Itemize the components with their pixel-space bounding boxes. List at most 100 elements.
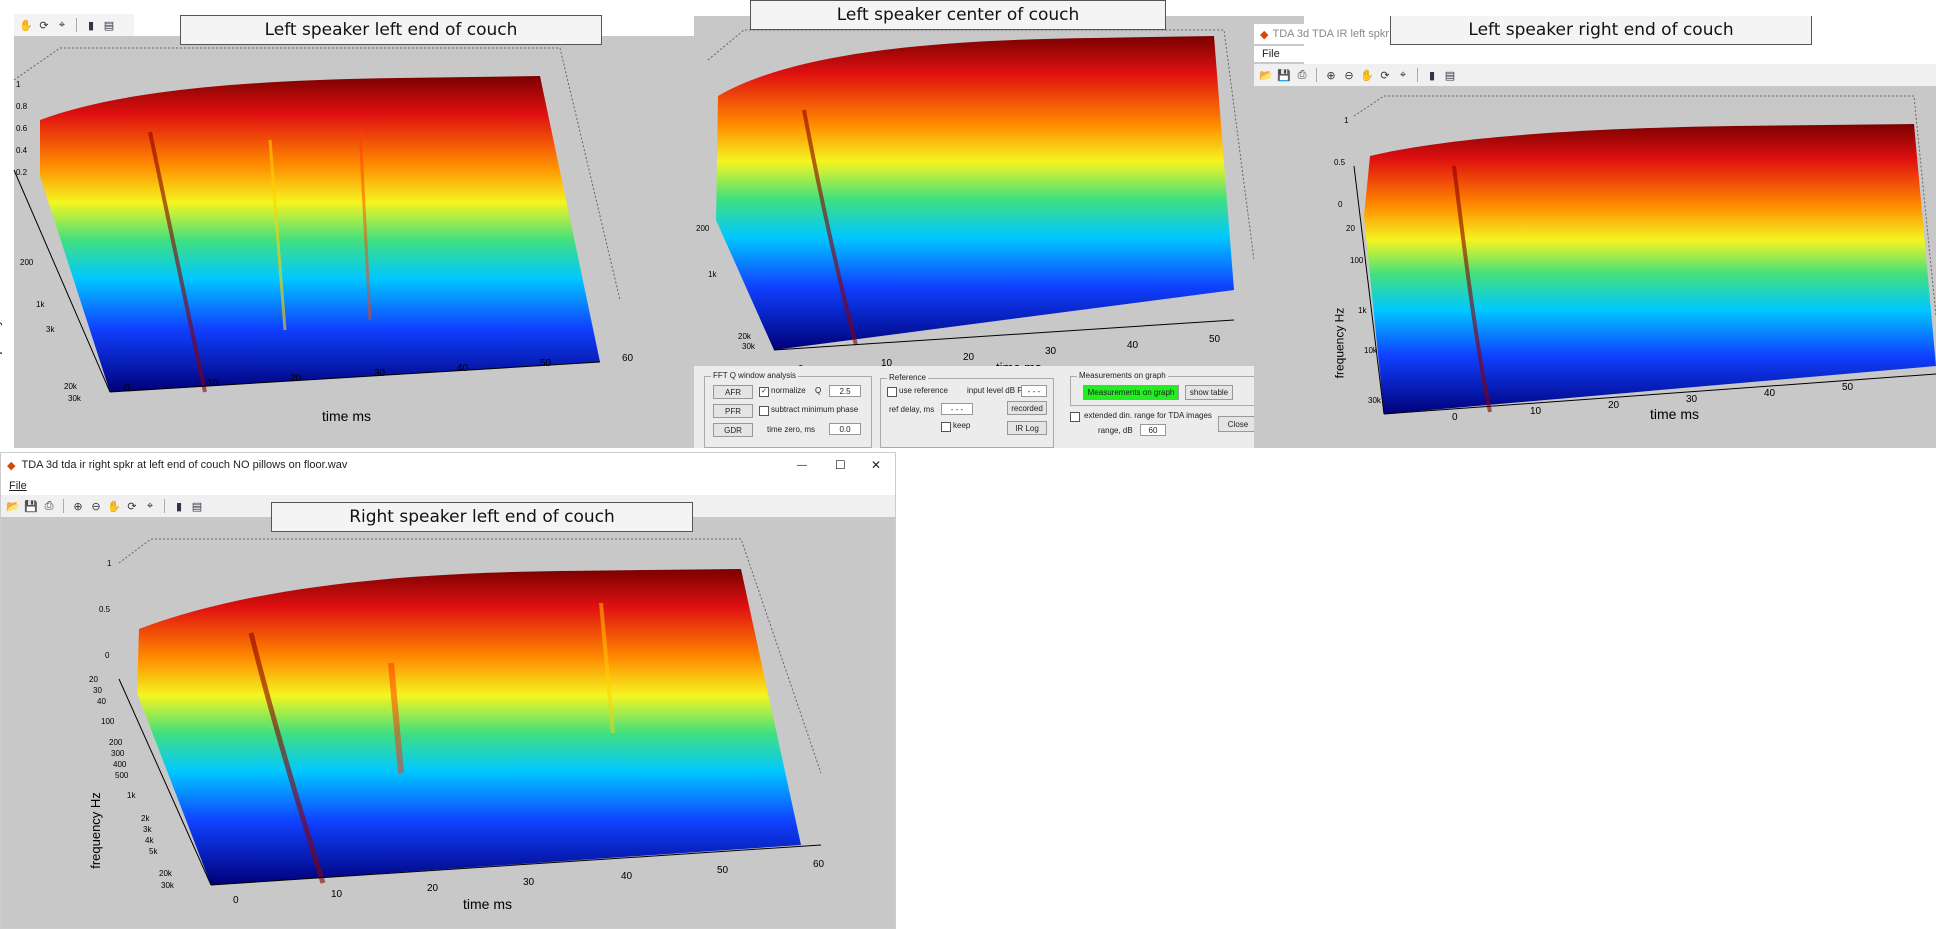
show-table-button[interactable]: show table bbox=[1185, 385, 1233, 400]
caption-box: Left speaker right end of couch bbox=[1390, 16, 1812, 45]
input-level-field[interactable]: - - - bbox=[1021, 385, 1047, 397]
waterfall-plot bbox=[1353, 95, 1936, 415]
x-tick-60: 60 bbox=[813, 859, 825, 870]
x-tick-40: 40 bbox=[1764, 388, 1776, 399]
z-tick-0: 0 bbox=[1338, 200, 1343, 209]
group-label: FFT Q window analysis bbox=[711, 371, 798, 380]
freq-tick-30: 30 bbox=[93, 686, 102, 695]
x-tick-10: 10 bbox=[207, 378, 219, 389]
ref-delay-label: ref delay, ms bbox=[889, 405, 935, 414]
caption-box: Right speaker left end of couch bbox=[271, 502, 693, 532]
afr-button[interactable]: AFR bbox=[713, 385, 753, 399]
freq-tick-20: 20 bbox=[1346, 224, 1355, 233]
freq-tick-1k: 1k bbox=[708, 270, 717, 279]
surface bbox=[716, 36, 1234, 350]
reference-group: Reference use reference input level dB F… bbox=[880, 373, 1054, 448]
z-tick-0.5: 0.5 bbox=[1334, 158, 1346, 167]
use-reference-label: use reference bbox=[899, 386, 948, 395]
freq-tick-500: 500 bbox=[115, 771, 129, 780]
x-tick-0: 0 bbox=[124, 383, 130, 394]
extended-range-checkbox[interactable] bbox=[1070, 412, 1080, 422]
y-axis-label: frequency Hz bbox=[87, 792, 103, 869]
freq-tick-20k: 20k bbox=[738, 332, 751, 341]
analysis-controls: FFT Q window analysis AFR PFR GDR ✓ norm… bbox=[694, 366, 1304, 448]
normalize-label: normalize bbox=[771, 386, 806, 395]
panel-left-left: ✋ ⟳ ⌖ ▮ ▤ 0 10 20 30 40 50 60 time ms fr… bbox=[0, 0, 700, 448]
x-tick-20: 20 bbox=[1608, 400, 1620, 411]
z-tick-0.5: 0.5 bbox=[99, 605, 111, 614]
x-tick-40: 40 bbox=[1127, 340, 1139, 351]
freq-tick-3k: 3k bbox=[143, 825, 152, 834]
z-tick-1: 1 bbox=[1344, 116, 1349, 125]
x-tick-50: 50 bbox=[717, 865, 729, 876]
freq-tick-200: 200 bbox=[109, 738, 123, 747]
freq-tick-5k: 5k bbox=[149, 847, 158, 856]
panel-left-center: 0 10 20 30 40 50 time ms frequency Hz 20… bbox=[694, 0, 1304, 448]
x-axis-label: time ms bbox=[322, 408, 371, 424]
surface bbox=[1364, 124, 1936, 414]
z-tick-0.2: 0.2 bbox=[16, 168, 28, 177]
ref-delay-field[interactable]: - - - bbox=[941, 403, 973, 415]
freq-tick-200: 200 bbox=[696, 224, 710, 233]
freq-tick-400: 400 bbox=[113, 760, 127, 769]
x-tick-60: 60 bbox=[622, 353, 634, 364]
surface bbox=[40, 76, 600, 392]
freq-tick-20k: 20k bbox=[64, 382, 77, 391]
x-axis-label: time ms bbox=[463, 896, 512, 912]
freq-tick-1k: 1k bbox=[1358, 306, 1367, 315]
x-tick-40: 40 bbox=[457, 363, 469, 374]
freq-tick-100: 100 bbox=[1350, 256, 1364, 265]
time-zero-label: time zero, ms bbox=[767, 425, 816, 434]
waterfall-plot bbox=[13, 47, 621, 393]
normalize-checkbox[interactable]: ✓ bbox=[759, 387, 769, 397]
caption-box: Left speaker left end of couch bbox=[180, 15, 602, 45]
subtract-min-phase-label: subtract minimum phase bbox=[771, 405, 859, 414]
subtract-min-phase-checkbox[interactable] bbox=[759, 406, 769, 416]
y-axis-label: frequency Hz bbox=[1332, 307, 1347, 379]
x-axis-label: time ms bbox=[1650, 406, 1699, 422]
x-tick-30: 30 bbox=[374, 368, 386, 379]
ir-log-button[interactable]: IR Log bbox=[1007, 421, 1047, 435]
x-tick-20: 20 bbox=[427, 883, 439, 894]
gdr-button[interactable]: GDR bbox=[713, 423, 753, 437]
freq-tick-300: 300 bbox=[111, 749, 125, 758]
freq-tick-10k: 10k bbox=[1364, 346, 1377, 355]
freq-tick-30k: 30k bbox=[742, 342, 755, 351]
extended-range-label: extended din. range for TDA images bbox=[1084, 411, 1212, 420]
freq-tick-30k: 30k bbox=[1368, 396, 1381, 405]
freq-tick-30k: 30k bbox=[161, 881, 174, 890]
z-tick-0: 0 bbox=[105, 651, 110, 660]
fft-group: FFT Q window analysis AFR PFR GDR ✓ norm… bbox=[704, 371, 872, 448]
freq-tick-100: 100 bbox=[101, 717, 115, 726]
x-tick-50: 50 bbox=[1209, 334, 1221, 345]
group-label: Measurements on graph bbox=[1077, 371, 1168, 380]
x-tick-10: 10 bbox=[1530, 406, 1542, 417]
pfr-button[interactable]: PFR bbox=[713, 404, 753, 418]
x-tick-10: 10 bbox=[331, 889, 343, 900]
recorded-button[interactable]: recorded bbox=[1007, 401, 1047, 415]
x-tick-40: 40 bbox=[621, 871, 633, 882]
panel-right-left: ◆ TDA 3d tda ir right spkr at left end o… bbox=[0, 452, 896, 929]
z-tick-0.8: 0.8 bbox=[16, 102, 28, 111]
x-tick-50: 50 bbox=[1842, 382, 1854, 393]
group-label: Reference bbox=[887, 373, 928, 382]
x-tick-0: 0 bbox=[1452, 412, 1458, 423]
freq-tick-40: 40 bbox=[97, 697, 106, 706]
x-tick-50: 50 bbox=[540, 358, 552, 369]
x-tick-0: 0 bbox=[233, 895, 239, 906]
measurements-on-graph-button[interactable]: Measurements on graph bbox=[1083, 385, 1179, 400]
x-tick-20: 20 bbox=[963, 352, 975, 363]
surface bbox=[137, 569, 801, 885]
keep-checkbox[interactable] bbox=[941, 422, 951, 432]
freq-tick-1k: 1k bbox=[36, 300, 45, 309]
q-field[interactable]: 2.5 bbox=[829, 385, 861, 397]
freq-tick-30k: 30k bbox=[68, 394, 81, 403]
use-reference-checkbox[interactable] bbox=[887, 387, 897, 397]
freq-tick-1k: 1k bbox=[127, 791, 136, 800]
caption-box: Left speaker center of couch bbox=[750, 0, 1166, 30]
close-button[interactable]: Close bbox=[1218, 416, 1258, 432]
range-field[interactable]: 60 bbox=[1140, 424, 1166, 436]
freq-tick-3k: 3k bbox=[46, 325, 55, 334]
time-zero-field[interactable]: 0.0 bbox=[829, 423, 861, 435]
z-tick-0.4: 0.4 bbox=[16, 146, 28, 155]
